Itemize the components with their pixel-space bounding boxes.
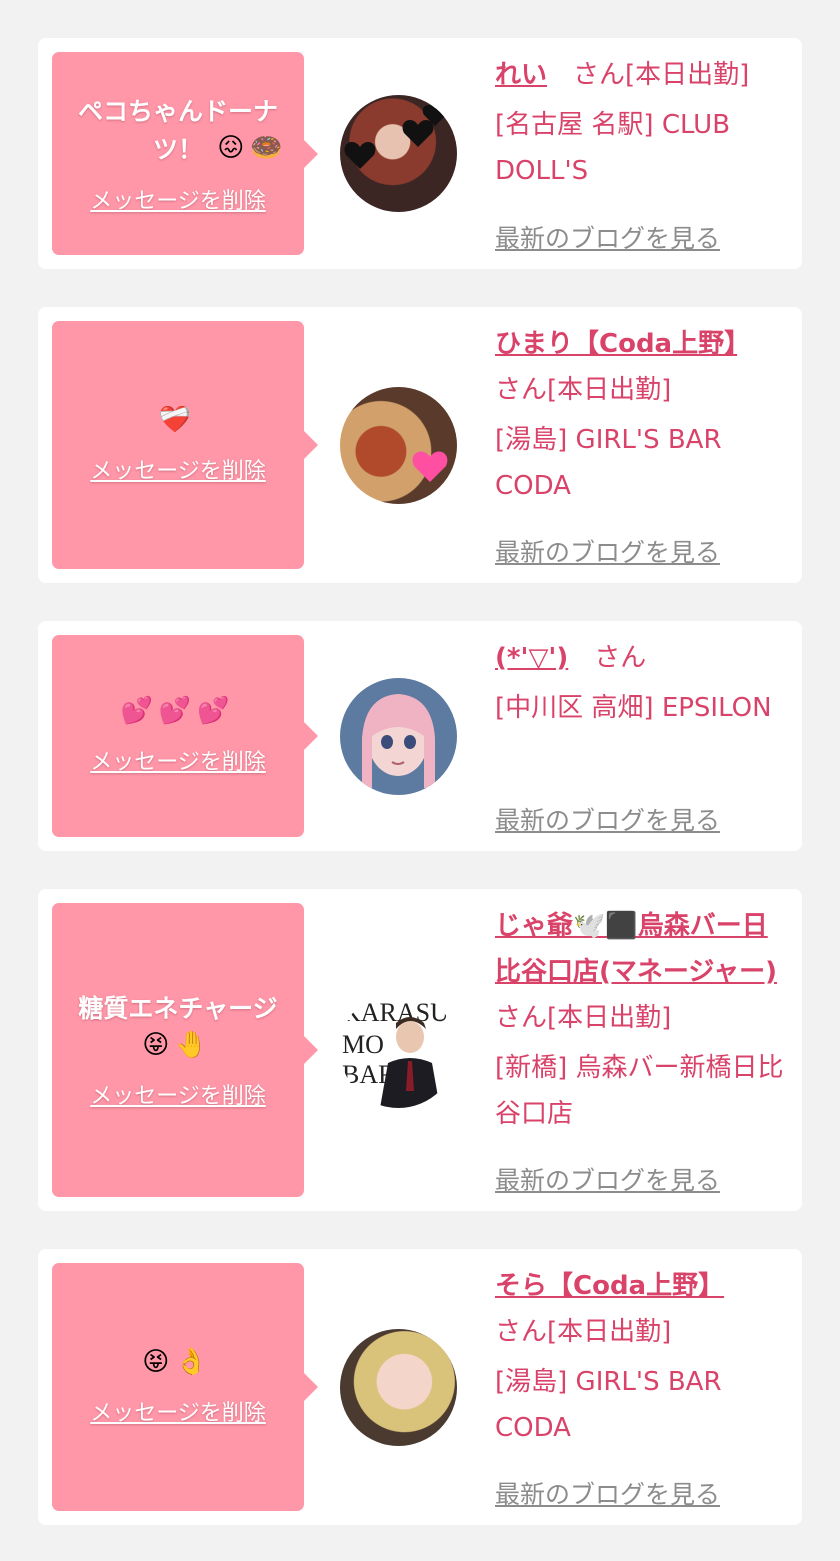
avatar[interactable] bbox=[340, 387, 457, 504]
shop-area: [名古屋 名駅] CLUB DOLL'S bbox=[495, 110, 731, 186]
avatar-anime-illustration bbox=[362, 694, 435, 788]
delete-message-link[interactable]: メッセージを削除 bbox=[90, 183, 266, 215]
cast-info: そら【Coda上野】 さん[本日出勤] [湯島] GIRL'S BAR CODA bbox=[495, 1263, 787, 1451]
latest-blog-link[interactable]: 最新のブログを見る bbox=[495, 1161, 720, 1197]
message-emoji: ❤️‍🩹 bbox=[158, 405, 198, 435]
avatar-shop-logo: KARASU MO BAR bbox=[342, 998, 449, 1108]
svg-text:MO: MO bbox=[342, 1030, 384, 1059]
delete-message-link[interactable]: メッセージを削除 bbox=[90, 453, 266, 485]
cast-status: さん[本日出勤] bbox=[495, 1317, 672, 1347]
cast-status: さん bbox=[568, 643, 647, 673]
latest-blog-link[interactable]: 最新のブログを見る bbox=[495, 219, 720, 255]
latest-blog-link[interactable]: 最新のブログを見る bbox=[495, 533, 720, 569]
svg-text:KARASU: KARASU bbox=[342, 998, 449, 1027]
cast-name-link[interactable]: (*'▽') bbox=[495, 643, 568, 673]
cast-name-link[interactable]: そら【Coda上野】 bbox=[495, 1271, 724, 1301]
delete-message-link[interactable]: メッセージを削除 bbox=[90, 1078, 266, 1110]
message-emoji: 😝🤚 bbox=[142, 1030, 214, 1060]
shop-area: [中川区 高畑] EPSILON bbox=[495, 693, 772, 723]
message-emoji: 💕💕💕 bbox=[120, 696, 236, 726]
cast-name-link[interactable]: ひまり【Coda上野】 bbox=[495, 329, 737, 359]
cast-info: れい さん[本日出勤] [名古屋 名駅] CLUB DOLL'S bbox=[495, 52, 787, 194]
message-bubble: 😝👌 メッセージを削除 bbox=[52, 1263, 318, 1511]
avatar[interactable] bbox=[340, 678, 457, 795]
message-card: 💕💕💕 メッセージを削除 (*'▽') さん [中川区 高畑] EPSILON … bbox=[38, 621, 802, 851]
delete-message-link[interactable]: メッセージを削除 bbox=[90, 1395, 266, 1427]
cast-status: さん[本日出勤] bbox=[547, 60, 750, 90]
avatar[interactable]: KARASU MO BAR bbox=[340, 991, 457, 1108]
shop-area: [新橋] 烏森バー新橋日比谷口店 bbox=[495, 1053, 784, 1129]
latest-blog-link[interactable]: 最新のブログを見る bbox=[495, 1475, 720, 1511]
message-bubble: 💕💕💕 メッセージを削除 bbox=[52, 635, 318, 837]
shop-area: [湯島] GIRL'S BAR CODA bbox=[495, 1367, 722, 1443]
message-emoji: 😖🍩 bbox=[217, 132, 289, 163]
delete-message-link[interactable]: メッセージを削除 bbox=[90, 744, 266, 776]
shop-area: [湯島] GIRL'S BAR CODA bbox=[495, 425, 722, 501]
message-card: ペコちゃんドーナツ！ 😖🍩 メッセージを削除 れい さん[本日出勤] [名古屋 … bbox=[38, 38, 802, 269]
avatar-heart-overlay bbox=[412, 451, 448, 482]
message-card: 😝👌 メッセージを削除 そら【Coda上野】 さん[本日出勤] [湯島] GIRL… bbox=[38, 1249, 802, 1525]
cast-info: (*'▽') さん [中川区 高畑] EPSILON bbox=[495, 635, 787, 731]
cast-name-link[interactable]: じゃ爺🕊️⬛烏森バー日比谷口店(マネージャー) bbox=[495, 911, 777, 987]
avatar-hearts-overlay bbox=[344, 104, 448, 169]
message-card: 糖質エネチャージ 😝🤚 メッセージを削除 KARASU MO BAR じゃ爺🕊️… bbox=[38, 889, 802, 1211]
message-emoji: 😝👌 bbox=[142, 1347, 214, 1377]
cast-info: じゃ爺🕊️⬛烏森バー日比谷口店(マネージャー) さん[本日出勤] [新橋] 烏森… bbox=[495, 903, 785, 1137]
latest-blog-link[interactable]: 最新のブログを見る bbox=[495, 801, 720, 837]
avatar[interactable] bbox=[340, 1329, 457, 1446]
cast-name-link[interactable]: れい bbox=[495, 60, 547, 90]
message-bubble: ペコちゃんドーナツ！ 😖🍩 メッセージを削除 bbox=[52, 52, 318, 255]
message-bubble: ❤️‍🩹 メッセージを削除 bbox=[52, 321, 318, 569]
avatar[interactable] bbox=[340, 95, 457, 212]
message-text: 糖質エネチャージ bbox=[78, 994, 278, 1023]
message-bubble: 糖質エネチャージ 😝🤚 メッセージを削除 bbox=[52, 903, 318, 1197]
message-card: ❤️‍🩹 メッセージを削除 ひまり【Coda上野】 さん[本日出勤] [湯島] … bbox=[38, 307, 802, 583]
cast-info: ひまり【Coda上野】 さん[本日出勤] [湯島] GIRL'S BAR COD… bbox=[495, 321, 787, 509]
